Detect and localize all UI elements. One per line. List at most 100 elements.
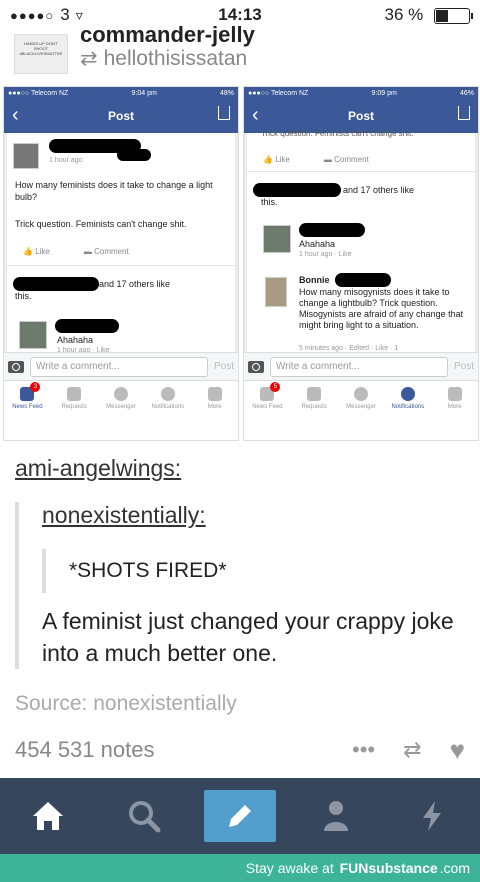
likes-text-2: this.	[261, 197, 278, 207]
blockquote-outer: nonexistentially: *SHOTS FIRED* A femini…	[15, 502, 465, 669]
pencil-icon	[229, 805, 251, 827]
fb-carrier: ●●●○○ Telecom NZ	[248, 89, 309, 97]
fb-battery: 46%	[459, 89, 474, 97]
camera-icon[interactable]	[248, 360, 264, 373]
fb-time: 9:09 pm	[371, 89, 397, 97]
heart-icon[interactable]: ♥	[450, 735, 465, 766]
footer-prefix: Stay awake at	[245, 860, 334, 876]
divider	[7, 265, 235, 266]
battery-icon	[434, 7, 473, 24]
username-ami-angelwings[interactable]: ami-angelwings:	[15, 455, 465, 482]
tab-activity[interactable]	[396, 790, 468, 842]
tab-messenger[interactable]: Messenger	[339, 387, 383, 410]
notification-badge: 3	[30, 382, 41, 392]
share-icon[interactable]	[218, 106, 230, 120]
comment-button[interactable]: ▬ Comment	[84, 247, 129, 256]
tab-label: Requests	[301, 404, 327, 410]
fb-time: 9:04 pm	[131, 89, 157, 97]
comment-button[interactable]: ▬ Comment	[324, 155, 369, 164]
post-footer: 454 531 notes ••• ⇄ ♥	[0, 726, 480, 774]
tab-news-feed[interactable]: 3 News Feed	[5, 382, 49, 410]
comment-input[interactable]: Write a comment...	[270, 356, 448, 377]
more-options-icon[interactable]: •••	[352, 737, 375, 763]
likes-text: and 17 others like	[99, 279, 171, 289]
reblog-icon[interactable]: ⇄	[403, 737, 421, 763]
poster-avatar	[13, 143, 39, 169]
share-icon[interactable]	[458, 106, 470, 120]
globe-icon	[400, 387, 415, 401]
post-button[interactable]: Post	[214, 361, 234, 372]
blog-avatar[interactable]: HANDS UP DON'T SHOOT #BLACKLIVESMATTER	[14, 34, 68, 74]
tab-more[interactable]: More	[193, 387, 237, 410]
redaction	[13, 277, 99, 291]
battery-percent: 36 %	[384, 5, 424, 24]
likes-text-2: this.	[15, 291, 32, 301]
footer-suffix: .com	[439, 860, 470, 876]
like-button[interactable]: 👍 Like	[23, 247, 50, 256]
divider	[247, 171, 475, 172]
carrier-label: 3	[60, 5, 70, 24]
search-icon	[129, 801, 161, 833]
bonnie-text: How many misogynists does it take to cha…	[299, 287, 464, 330]
watermark-footer: Stay awake at FUNsubstance .com	[0, 854, 480, 882]
back-chevron-icon[interactable]: ‹	[12, 104, 19, 127]
post-time: 1 hour ago	[49, 157, 83, 164]
tab-requests[interactable]: Requests	[292, 387, 336, 410]
tab-news-feed[interactable]: 5 News Feed	[245, 382, 289, 410]
globe-icon	[160, 387, 175, 401]
bonnie-name: Bonnie	[299, 275, 330, 285]
like-label: Like	[275, 155, 290, 164]
facebook-screenshot-left: ●●●○○ Telecom NZ 9:04 pm 48% ‹ Post 1 ho…	[3, 86, 239, 441]
tab-requests[interactable]: Requests	[52, 387, 96, 410]
fb-post: Trick question. Feminists can't change s…	[247, 129, 475, 385]
post-text-2: Trick question. Feminists can't change s…	[15, 219, 187, 229]
home-icon	[33, 802, 63, 830]
fb-nav-bar: ‹ Post	[4, 99, 238, 133]
tab-notifications[interactable]: Notifications	[386, 387, 430, 410]
notification-badge: 5	[270, 382, 281, 392]
tab-compose[interactable]	[204, 790, 276, 842]
reblogged-from[interactable]: ⇄ hellothisissatan	[80, 46, 247, 71]
menu-icon	[447, 387, 462, 401]
fb-status-bar: ●●●○○ Telecom NZ 9:09 pm 46%	[244, 87, 478, 99]
comment-composer: Write a comment... Post	[244, 352, 478, 380]
post-text: How many feminists does it take to chang…	[15, 180, 213, 202]
messenger-icon	[353, 387, 368, 401]
post-source[interactable]: Source: nonexistentially	[15, 692, 237, 716]
fb-post: 1 hour ago How many feminists does it ta…	[7, 133, 235, 385]
like-button[interactable]: 👍 Like	[263, 155, 290, 164]
back-chevron-icon[interactable]: ‹	[252, 104, 259, 127]
friends-icon	[307, 387, 322, 401]
tab-notifications[interactable]: Notifications	[146, 387, 190, 410]
tab-home[interactable]	[12, 790, 84, 842]
footer-brand: FUNsubstance	[339, 860, 438, 876]
blog-name[interactable]: commander-jelly	[80, 22, 255, 48]
tab-more[interactable]: More	[433, 387, 477, 410]
wifi-icon: ▿	[75, 6, 83, 23]
redaction	[335, 273, 391, 287]
blockquote-inner: *SHOTS FIRED*	[42, 549, 465, 593]
likes-text: and 17 others like	[343, 185, 415, 195]
tab-search[interactable]	[108, 790, 180, 842]
camera-icon[interactable]	[8, 360, 24, 373]
comment-label: Comment	[94, 247, 129, 256]
comment-input[interactable]: Write a comment...	[30, 356, 208, 377]
friends-icon	[67, 387, 82, 401]
tab-label: Messenger	[106, 404, 136, 410]
tab-account[interactable]	[300, 790, 372, 842]
reply-text: Ahahaha	[299, 239, 336, 249]
username-nonexistentially[interactable]: nonexistentially:	[42, 502, 465, 529]
lightning-icon	[423, 801, 441, 831]
comment-composer: Write a comment... Post	[4, 352, 238, 380]
post-button[interactable]: Post	[454, 361, 474, 372]
bottom-tab-bar	[0, 778, 480, 854]
cut-off-text: Trick question. Feminists can't change s…	[261, 129, 414, 138]
fb-tab-bar: 5 News Feed Requests Messenger Notificati…	[244, 380, 478, 440]
like-comment-bar: 👍 Like ▬ Comment	[247, 155, 385, 164]
notes-count[interactable]: 454 531 notes	[15, 737, 324, 763]
tab-label: Notifications	[151, 404, 185, 410]
fb-battery: 48%	[219, 89, 234, 97]
commenter-avatar	[19, 321, 47, 349]
fb-tab-bar: 3 News Feed Requests Messenger Notificati…	[4, 380, 238, 440]
tab-messenger[interactable]: Messenger	[99, 387, 143, 410]
